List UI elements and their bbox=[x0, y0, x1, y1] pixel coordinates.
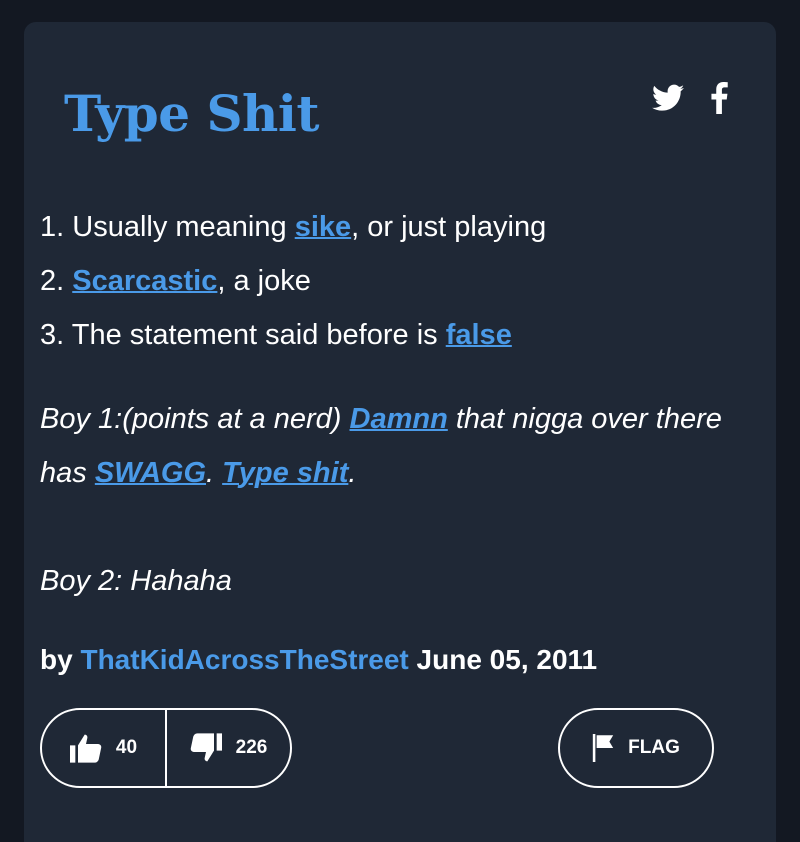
author-line: by ThatKidAcrossTheStreet June 05, 2011 bbox=[40, 644, 598, 675]
flag-label: FLAG bbox=[628, 737, 680, 758]
share-buttons bbox=[652, 82, 728, 114]
vote-buttons: 40 226 bbox=[40, 708, 292, 788]
downvote-button[interactable]: 226 bbox=[167, 710, 290, 786]
thumbs-up-icon bbox=[69, 734, 102, 763]
example-text: Boy 1:(points at a nerd) Damnn that nigg… bbox=[40, 403, 722, 597]
example-link[interactable]: Type shit bbox=[222, 457, 348, 489]
definition-link[interactable]: false bbox=[446, 319, 512, 351]
example-link[interactable]: SWAGG bbox=[95, 457, 206, 489]
definition-link[interactable]: sike bbox=[295, 211, 351, 243]
upvote-count: 40 bbox=[115, 737, 138, 758]
definition-link[interactable]: Scarcastic bbox=[72, 265, 217, 297]
facebook-icon[interactable] bbox=[710, 82, 728, 114]
definition-item: 2. Scarcastic, a joke bbox=[40, 265, 311, 297]
twitter-icon[interactable] bbox=[652, 84, 684, 112]
flag-icon bbox=[592, 734, 614, 762]
entry-title[interactable]: Type Shit bbox=[64, 84, 320, 143]
definition-item: 1. Usually meaning sike, or just playing bbox=[40, 211, 547, 243]
thumbs-down-icon bbox=[190, 733, 222, 762]
entry-date: June 05, 2011 bbox=[416, 644, 598, 675]
downvote-count: 226 bbox=[235, 737, 268, 758]
author-link[interactable]: ThatKidAcrossTheStreet bbox=[80, 644, 408, 675]
definition-item: 3. The statement said before is false bbox=[40, 319, 512, 351]
definitions: 1. Usually meaning sike, or just playing… bbox=[40, 200, 546, 362]
upvote-button[interactable]: 40 bbox=[42, 710, 167, 786]
example-link[interactable]: Damnn bbox=[350, 403, 448, 435]
flag-button[interactable]: FLAG bbox=[558, 708, 714, 788]
